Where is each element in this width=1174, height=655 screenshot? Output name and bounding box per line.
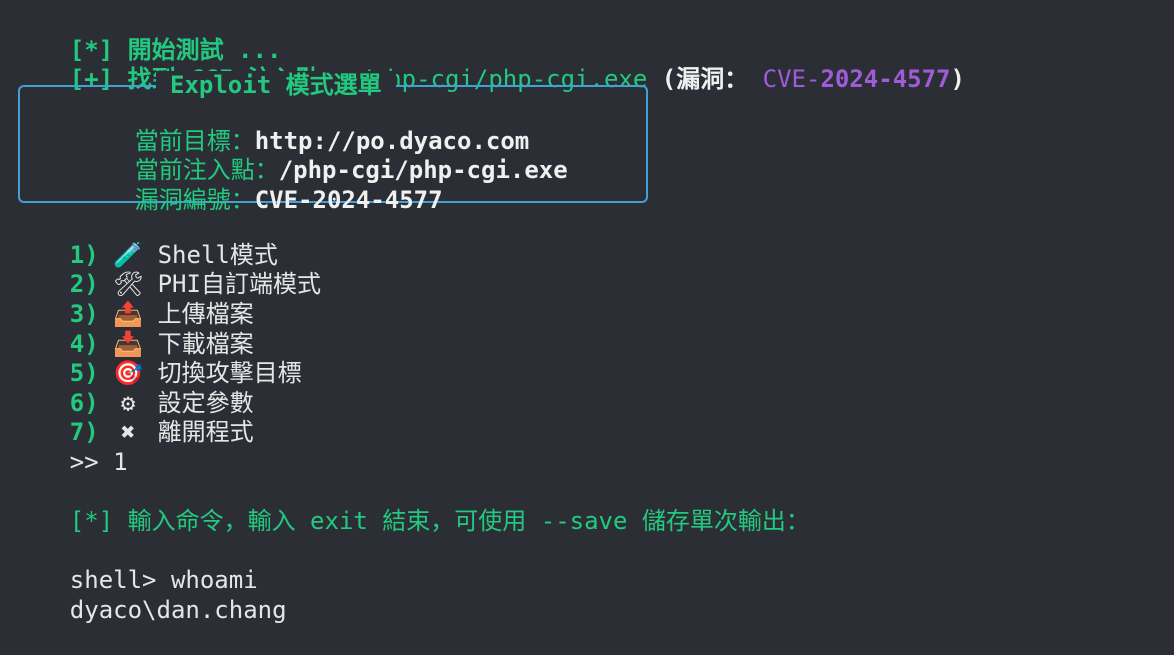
shell-output: dyaco\dan.chang <box>69 595 287 624</box>
shell-info-line: [*] 輸入命令，輸入 exit 結束，可使用 --save 儲存單次輸出： <box>12 478 1174 535</box>
menu-item-label: 下載檔案 <box>157 329 254 358</box>
menu-selection: 1 <box>113 447 128 476</box>
gear-icon: ⚙ <box>120 388 136 417</box>
menu-item-label: PHI自訂端模式 <box>157 270 321 299</box>
panel-row-label: 漏洞編號： <box>134 185 255 214</box>
menu-item-number: 4) <box>69 329 99 358</box>
shell-info-text: 輸入命令，輸入 exit 結束，可使用 --save 儲存單次輸出： <box>113 507 810 536</box>
panel-title: Exploit 模式選單 <box>156 71 396 101</box>
found-cve-number: 2024-4577 <box>820 65 951 94</box>
status-text: 開始測試 ... <box>113 35 282 64</box>
found-close: ) <box>950 65 965 94</box>
panel-row-label: 當前目標： <box>134 126 255 155</box>
terminal-window: [*] 開始測試 ... [+] 找到 CGI 注入點： /php-cgi/ph… <box>0 0 1174 644</box>
panel-row-target: 當前目標：http://po.dyaco.com <box>48 97 646 155</box>
menu-item-label: 設定參數 <box>157 388 254 417</box>
tools-icon: 🛠 <box>113 270 144 299</box>
shell-command: whoami <box>170 566 258 595</box>
cross-icon: ✖ <box>120 418 136 447</box>
menu-item-number: 7) <box>69 418 99 447</box>
menu-prompt: >> <box>69 447 114 476</box>
upload-tray-icon: 📤 <box>113 299 144 328</box>
menu-item-label: Shell模式 <box>157 240 278 269</box>
status-tag: [*] <box>69 35 114 64</box>
menu-item-label: 上傳檔案 <box>157 299 254 328</box>
found-cve-prefix: CVE- <box>748 65 821 94</box>
menu-item-label: 切換攻擊目標 <box>157 359 302 388</box>
menu-item-shell[interactable]: 1) 🧪 Shell模式 <box>12 211 1174 269</box>
shell-command-line[interactable]: shell> whoami <box>12 537 1174 594</box>
menu-item-number: 5) <box>69 359 99 388</box>
found-open: (漏洞： <box>647 65 749 94</box>
panel-row-value: CVE-2024-4577 <box>254 185 443 214</box>
menu-item-number: 3) <box>69 299 99 328</box>
test-tube-icon: 🧪 <box>113 240 144 269</box>
panel-row-value: /php-cgi/php-cgi.exe <box>278 156 568 185</box>
target-icon: 🎯 <box>113 359 144 388</box>
shell-prompt: shell> <box>69 566 171 595</box>
shell-info-tag: [*] <box>69 507 114 536</box>
menu-item-label: 離開程式 <box>157 418 254 447</box>
menu-item-number: 2) <box>69 270 99 299</box>
menu-item-number: 6) <box>69 388 99 417</box>
exploit-menu-panel: Exploit 模式選單 當前目標：http://po.dyaco.com 當前… <box>18 71 648 214</box>
panel-row-label: 當前注入點： <box>134 156 279 185</box>
status-line-start: [*] 開始測試 ... <box>12 6 1174 64</box>
download-tray-icon: 📥 <box>113 329 144 358</box>
panel-row-value: http://po.dyaco.com <box>254 126 530 155</box>
